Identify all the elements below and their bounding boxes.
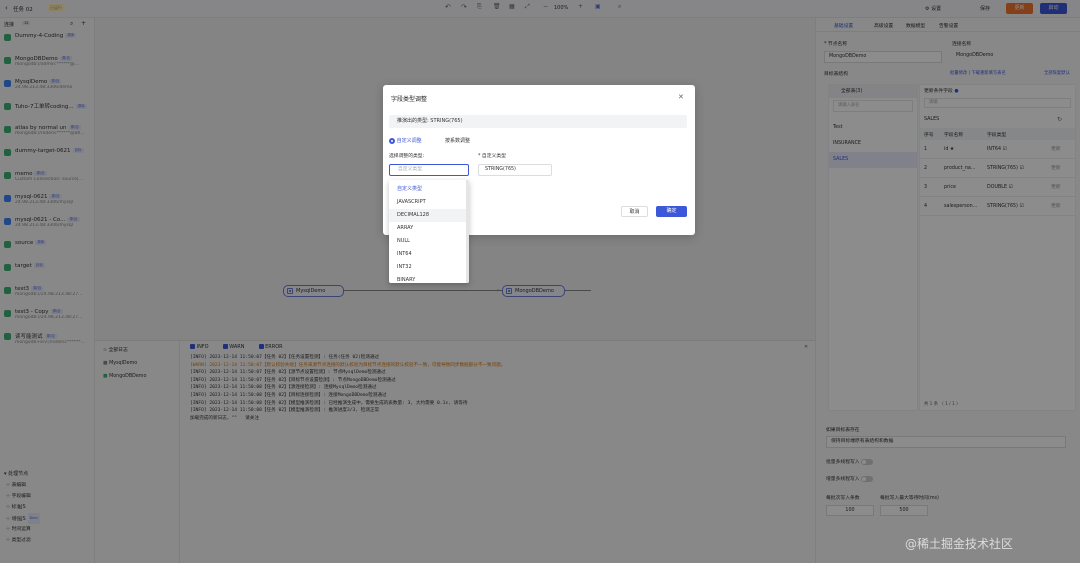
- dropdown-option[interactable]: INT64: [389, 248, 469, 261]
- select-type-label: 选择调整的类型:: [389, 154, 425, 159]
- dialog-title: 字段类型调整: [391, 96, 428, 103]
- dropdown-option[interactable]: DECIMAL128: [389, 209, 469, 222]
- confirm-button[interactable]: 确定: [656, 206, 687, 217]
- type-dropdown: 自定义类型 JAVASCRIPT DECIMAL128 ARRAY NULL INT64 I…: [389, 180, 469, 283]
- dropdown-option[interactable]: INT32: [389, 261, 469, 274]
- radio-custom[interactable]: 自定义调整: [389, 137, 422, 144]
- radio-rule[interactable]: 按系数调整: [445, 137, 470, 144]
- scrollbar[interactable]: [466, 180, 469, 283]
- custom-type-input[interactable]: STRING(765): [478, 164, 552, 176]
- dropdown-option[interactable]: JAVASCRIPT: [389, 196, 469, 209]
- dropdown-option[interactable]: NULL: [389, 235, 469, 248]
- dropdown-option[interactable]: 自定义类型: [389, 183, 469, 196]
- close-icon[interactable]: ✕: [678, 93, 684, 101]
- dropdown-option[interactable]: ARRAY: [389, 222, 469, 235]
- cancel-button[interactable]: 取消: [621, 206, 648, 217]
- custom-type-label: * 自定义类型: [478, 154, 506, 159]
- type-select[interactable]: 自定义类型: [389, 164, 469, 176]
- dropdown-option[interactable]: BINARY: [389, 274, 469, 283]
- radio-selected-icon: [389, 137, 395, 144]
- derived-type-box: 推演出的类型: STRING(765): [389, 115, 687, 128]
- watermark: @稀土掘金技术社区: [905, 537, 1014, 551]
